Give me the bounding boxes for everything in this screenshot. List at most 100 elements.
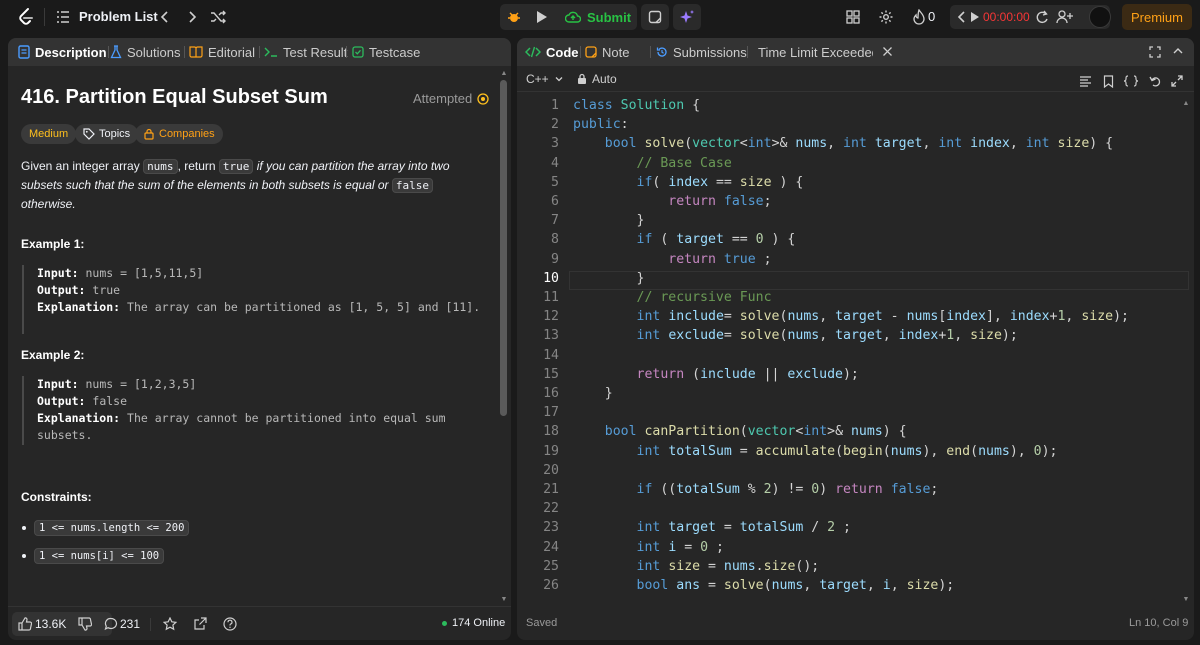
thumbs-down-icon[interactable] <box>78 617 92 631</box>
code-line[interactable]: 22 <box>517 501 1194 520</box>
format-icon[interactable] <box>1078 74 1092 88</box>
cursor-position: Ln 10, Col 9 <box>1129 617 1189 629</box>
submit-button[interactable]: Submit <box>555 4 637 30</box>
code-line[interactable]: 18 bool canPartition(vector<int>& nums) … <box>517 424 1194 443</box>
tab-note[interactable]: Note <box>585 44 629 60</box>
reset-icon[interactable] <box>1035 9 1049 25</box>
description-scrollbar[interactable] <box>500 80 507 416</box>
tab-code[interactable]: Code <box>525 44 579 60</box>
code-line[interactable]: 10 } <box>517 271 1194 290</box>
input-label: Input: <box>37 266 79 280</box>
code-line[interactable]: 12 int include= solve(nums, target - num… <box>517 309 1194 328</box>
thumbs-up-icon[interactable] <box>18 617 32 631</box>
share-icon[interactable] <box>192 616 208 632</box>
code-line[interactable]: 5 if( index == size ) { <box>517 175 1194 194</box>
code-line[interactable]: 25 int size = nums.size(); <box>517 559 1194 578</box>
fullscreen-icon[interactable] <box>1170 74 1184 88</box>
braces-icon[interactable] <box>1123 74 1139 88</box>
line-number: 12 <box>543 309 559 325</box>
cloud-upload-icon <box>565 11 581 23</box>
expand-icon[interactable] <box>1149 46 1161 58</box>
example-2-title: Example 2: <box>21 348 85 362</box>
chevron-up-icon[interactable] <box>1172 45 1184 59</box>
code-line[interactable]: 3 bool solve(vector<int>& nums, int targ… <box>517 136 1194 155</box>
chevron-right-icon[interactable] <box>184 9 200 25</box>
code-line[interactable]: 19 int totalSum = accumulate(begin(nums)… <box>517 444 1194 463</box>
layout-icon[interactable] <box>845 9 861 25</box>
undo-icon[interactable] <box>1148 74 1162 88</box>
streak-fire-icon[interactable] <box>911 9 927 25</box>
desc-text: otherwise. <box>21 197 76 211</box>
companies-button[interactable]: Companies <box>135 124 223 144</box>
star-icon[interactable] <box>162 616 178 632</box>
comment-icon[interactable] <box>103 616 119 632</box>
run-button[interactable] <box>528 4 556 30</box>
code-text: bool ans = solve(nums, target, i, size); <box>636 578 955 593</box>
code-line[interactable]: 13 int exclude= solve(nums, target, inde… <box>517 328 1194 347</box>
auto-mode-toggle[interactable]: Auto <box>577 72 617 86</box>
help-icon[interactable] <box>222 616 238 632</box>
constraint-code: 1 <= nums.length <= 200 <box>34 520 190 536</box>
auto-label: Auto <box>592 72 617 86</box>
explanation-label: Explanation: <box>37 411 121 425</box>
code-line[interactable]: 26 bool ans = solve(nums, target, i, siz… <box>517 578 1194 597</box>
leetcode-logo-icon[interactable] <box>16 7 36 27</box>
tab-time-limit-exceeded[interactable]: Time Limit Exceeded <box>753 44 873 60</box>
code-line[interactable]: 15 return (include || exclude); <box>517 367 1194 386</box>
bookmark-icon[interactable] <box>1101 74 1115 88</box>
tab-label: Note <box>602 44 630 60</box>
code-line[interactable]: 7 } <box>517 213 1194 232</box>
code-text: if( index == size ) { <box>636 174 804 190</box>
code-line[interactable]: 21 if ((totalSum % 2) != 0) return false… <box>517 482 1194 501</box>
avatar[interactable] <box>1089 6 1111 28</box>
desc-text: , return <box>177 159 219 173</box>
play-icon[interactable] <box>970 11 980 23</box>
tab-submissions[interactable]: Submissions <box>656 44 747 60</box>
scroll-up-arrow[interactable]: ▲ <box>1182 100 1190 108</box>
code-line[interactable]: 11 // recursive Func <box>517 290 1194 309</box>
code-line[interactable]: 4 // Base Case <box>517 156 1194 175</box>
code-line[interactable]: 20 <box>517 463 1194 482</box>
like-count[interactable]: 13.6K <box>35 617 66 631</box>
desc-text: Given an integer array <box>21 159 144 173</box>
notes-button[interactable] <box>641 4 669 30</box>
code-line[interactable]: 2 public: <box>517 117 1194 136</box>
code-line[interactable]: 8 if ( target == 0 ) { <box>517 232 1194 251</box>
gear-icon[interactable] <box>878 9 894 25</box>
premium-button[interactable]: Premium <box>1122 4 1192 30</box>
tab-editorial[interactable]: Editorial <box>189 44 255 60</box>
language-select[interactable]: C++ <box>526 72 564 86</box>
example-input: nums = [1,5,11,5] <box>85 266 204 280</box>
tab-solutions[interactable]: Solutions <box>110 44 180 60</box>
shuffle-icon[interactable] <box>210 9 226 25</box>
problem-list-icon[interactable] <box>56 10 70 24</box>
scroll-up-arrow[interactable]: ▲ <box>500 70 508 78</box>
code-line[interactable]: 9 return true ; <box>517 252 1194 271</box>
tab-description[interactable]: Description <box>18 44 107 60</box>
code-editor[interactable]: 1 class Solution {2 public: 3 bool solve(ve… <box>517 98 1194 608</box>
tab-testcase[interactable]: Testcase <box>352 44 420 60</box>
code-line[interactable]: 23 int target = totalSum / 2 ; <box>517 520 1194 539</box>
code-line[interactable]: 14 <box>517 348 1194 367</box>
code-line[interactable]: 16 } <box>517 386 1194 405</box>
chevron-left-icon[interactable] <box>157 9 173 25</box>
code-text: int include= solve(nums, target - nums[i… <box>636 309 1129 325</box>
problem-list-link[interactable]: Problem List <box>79 9 158 24</box>
topics-button[interactable]: Topics <box>75 124 139 144</box>
code-line[interactable]: 6 return false; <box>517 194 1194 213</box>
code-line[interactable]: 17 <box>517 405 1194 424</box>
comment-count[interactable]: 231 <box>120 617 140 631</box>
scroll-down-arrow[interactable]: ▼ <box>500 596 508 604</box>
scroll-down-arrow[interactable]: ▼ <box>1182 596 1190 604</box>
chevron-left-icon[interactable] <box>956 10 968 24</box>
debug-icon[interactable] <box>500 4 528 30</box>
code-line[interactable]: 24 int i = 0 ; <box>517 540 1194 559</box>
tab-test-result[interactable]: Test Result <box>264 44 347 60</box>
code-line[interactable]: 1 class Solution { <box>517 98 1194 117</box>
line-number: 14 <box>543 347 559 363</box>
close-icon[interactable] <box>882 46 893 57</box>
ai-assistant-button[interactable] <box>673 4 701 30</box>
add-user-icon[interactable] <box>1056 9 1074 25</box>
description-icon <box>18 45 30 59</box>
example-explanation: The array can be partitioned as [1, 5, 5… <box>127 300 481 314</box>
